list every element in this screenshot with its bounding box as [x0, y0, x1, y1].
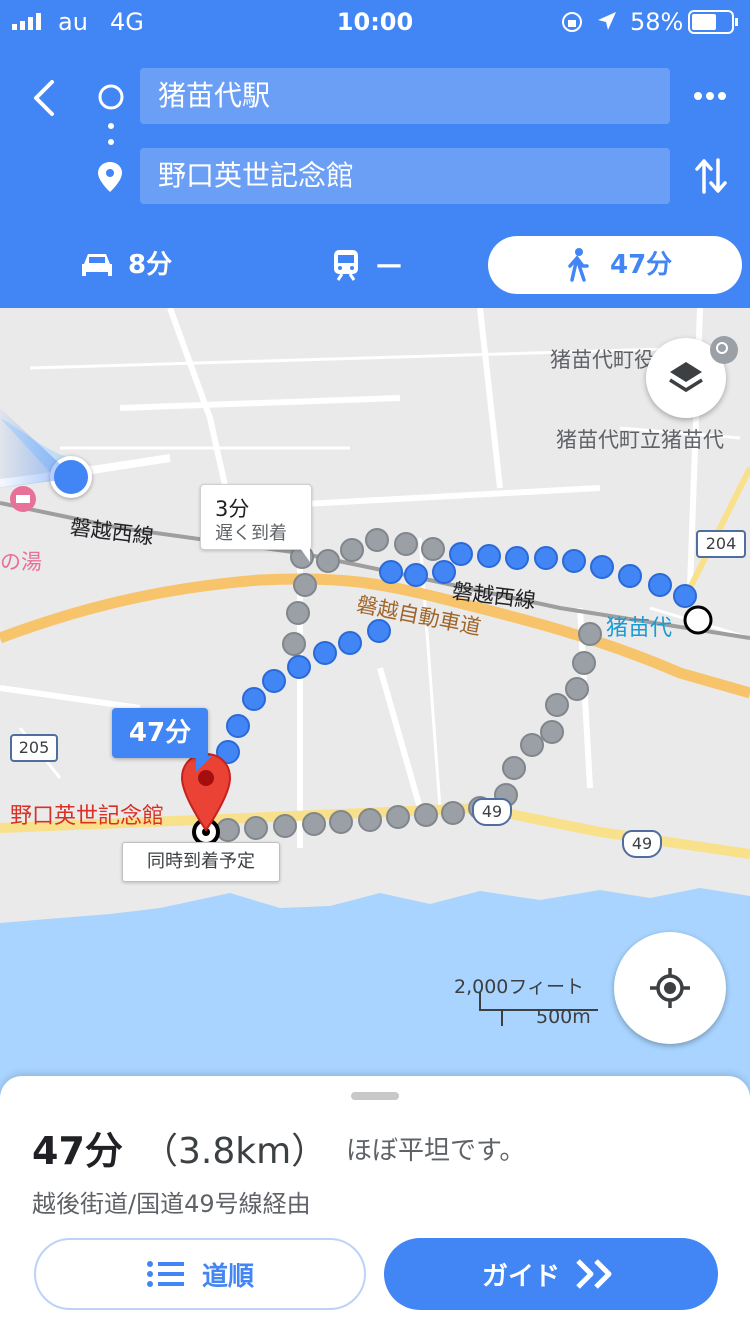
route-dots-icon	[108, 123, 114, 145]
my-location-button[interactable]	[614, 932, 726, 1044]
guide-label: ガイド	[481, 1261, 560, 1292]
status-bar: au 4G 10:00 58%	[0, 0, 750, 44]
summary-duration: 47分	[32, 1129, 123, 1173]
scale-m-label: 500m	[536, 1006, 591, 1028]
mode-car-time: 8分	[128, 250, 173, 280]
summary-terrain: ほぼ平坦です。	[346, 1136, 526, 1166]
hotel-icon	[10, 486, 36, 512]
search-nearby-icon	[710, 336, 738, 364]
route-shield-205: 205	[10, 734, 58, 762]
car-icon	[82, 254, 112, 276]
more-icon[interactable]	[690, 84, 730, 108]
route-shield-49b: 49	[622, 830, 662, 858]
mode-walk[interactable]: 47分	[488, 236, 742, 294]
origin-circle-icon	[98, 84, 124, 110]
place-station-label: 猪苗代	[606, 616, 673, 641]
callout-same-time: 同時到着予定	[122, 842, 280, 882]
hot-spring-label: の湯	[0, 550, 42, 574]
double-chevron-icon	[576, 1259, 612, 1289]
location-arrow-icon	[598, 12, 616, 30]
walk-icon	[568, 248, 589, 282]
summary-distance: （3.8km）	[142, 1131, 328, 1172]
crosshair-icon	[650, 968, 690, 1008]
train-icon	[334, 250, 358, 281]
mode-transit-time: —	[376, 250, 402, 280]
destination-input[interactable]: 野口英世記念館	[140, 148, 670, 204]
place-town-label-2: 猪苗代町立猪苗代	[556, 428, 724, 452]
route-shield-204: 204	[696, 530, 746, 558]
origin-marker	[683, 605, 713, 635]
sheet-handle[interactable]	[351, 1092, 399, 1100]
route-shield-49a: 49	[472, 798, 512, 826]
place-destination-label: 野口英世記念館	[10, 804, 165, 829]
place-town-label-1: 猪苗代町役	[550, 348, 655, 372]
callout-3min: 3分 遅く到着	[200, 484, 312, 550]
summary-via: 越後街道/国道49号線経由	[32, 1190, 311, 1218]
map[interactable]: 3分 遅く到着 47分 同時到着予定 野口英世記念館 猪苗代 猪苗代町役 猪苗代…	[0, 308, 750, 1108]
swap-icon[interactable]	[694, 156, 728, 196]
callout-3min-note: 遅く到着	[215, 523, 287, 544]
scale-bar: 2,000フィート 500m	[454, 972, 604, 1032]
battery-percent: 58%	[630, 8, 684, 36]
back-icon[interactable]	[26, 78, 62, 118]
steps-button[interactable]: 道順	[34, 1238, 366, 1310]
mode-walk-time: 47分	[610, 250, 673, 280]
guide-button[interactable]: ガイド	[384, 1238, 718, 1310]
header: au 4G 10:00 58% 猪苗代駅 野口英世記念館 8分 — 47分	[0, 0, 750, 308]
callout-47min: 47分	[112, 708, 208, 758]
list-icon	[146, 1261, 184, 1287]
destination-pin-icon	[98, 162, 122, 192]
layers-icon	[669, 362, 703, 393]
steps-label: 道順	[201, 1261, 254, 1292]
origin-input[interactable]: 猪苗代駅	[140, 68, 670, 124]
rotation-lock-icon	[562, 12, 582, 32]
battery-icon	[688, 10, 738, 34]
